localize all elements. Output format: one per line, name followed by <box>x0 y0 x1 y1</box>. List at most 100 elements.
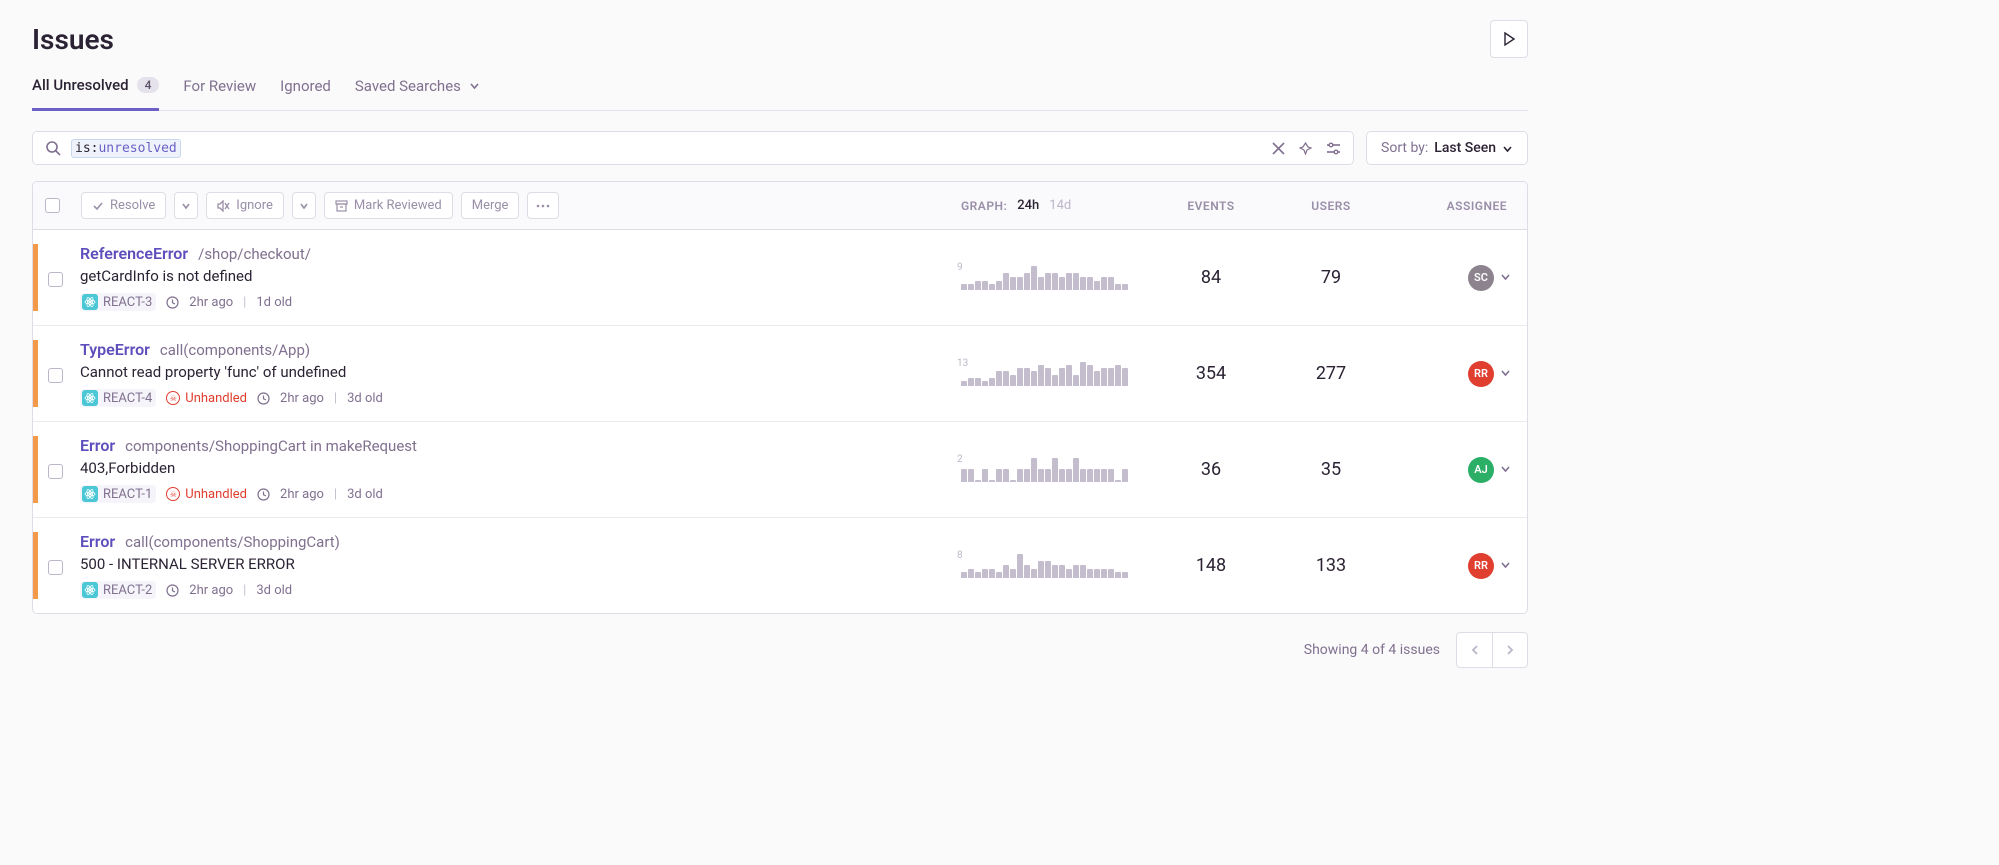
row-checkbox[interactable] <box>48 464 63 479</box>
sort-dropdown[interactable]: Sort by: Last Seen <box>1366 131 1528 165</box>
chevron-right-icon <box>1505 644 1515 656</box>
tab-label: For Review <box>183 77 256 95</box>
clear-search-icon[interactable] <box>1272 142 1285 155</box>
severity-stripe <box>33 340 38 407</box>
project-badge[interactable]: REACT-1 <box>80 485 156 503</box>
resolve-button[interactable]: Resolve <box>81 192 166 219</box>
assignee-dropdown[interactable] <box>1500 270 1511 286</box>
users-count: 79 <box>1271 267 1391 288</box>
issue-message: getCardInfo is not defined <box>80 267 961 285</box>
project-badge[interactable]: REACT-3 <box>80 293 156 311</box>
assignee-dropdown[interactable] <box>1500 462 1511 478</box>
row-checkbox[interactable] <box>48 272 63 287</box>
clock-icon <box>257 392 270 405</box>
tab-for-review[interactable]: For Review <box>183 76 256 110</box>
tab-badge: 4 <box>137 77 160 93</box>
mute-icon <box>217 200 230 212</box>
chevron-down-icon <box>1502 143 1513 154</box>
tab-ignored[interactable]: Ignored <box>280 76 331 110</box>
severity-stripe <box>33 436 38 503</box>
tab-bar: All Unresolved4 For Review Ignored Saved Se… <box>32 76 1528 111</box>
events-column-header: EVENTS <box>1151 199 1271 213</box>
issue-message: Cannot read property 'func' of undefined <box>80 363 961 381</box>
assignee-dropdown[interactable] <box>1500 558 1511 574</box>
chevron-left-icon <box>1470 644 1480 656</box>
table-row: Errorcall(components/ShoppingCart)500 - … <box>33 518 1527 613</box>
unhandled-badge: ☠Unhandled <box>166 391 247 406</box>
assignee-avatar[interactable]: RR <box>1468 553 1494 579</box>
project-badge[interactable]: REACT-2 <box>80 581 156 599</box>
sparkline: 9 <box>961 266 1151 290</box>
issue-title[interactable]: Error <box>80 436 115 455</box>
events-count: 84 <box>1151 267 1271 288</box>
graph-range-24h[interactable]: 24h <box>1017 198 1039 213</box>
row-checkbox[interactable] <box>48 368 63 383</box>
clock-icon <box>257 488 270 501</box>
next-page-button[interactable] <box>1492 632 1528 668</box>
assignee-avatar[interactable]: RR <box>1468 361 1494 387</box>
tab-saved-searches[interactable]: Saved Searches <box>355 76 480 110</box>
resolve-dropdown[interactable] <box>174 192 198 219</box>
play-icon <box>1501 31 1517 47</box>
project-badge[interactable]: REACT-4 <box>80 389 156 407</box>
sparkline-max: 2 <box>957 454 963 465</box>
table-row: TypeError call(components/App) Cannot read… <box>33 326 1527 422</box>
project-id: REACT-2 <box>103 583 152 598</box>
issue-title[interactable]: Error <box>80 532 115 551</box>
assignee-column-header: ASSIGNEE <box>1391 199 1511 213</box>
prev-page-button[interactable] <box>1456 632 1492 668</box>
row-checkbox[interactable] <box>48 560 63 575</box>
mark-reviewed-button[interactable]: Mark Reviewed <box>324 192 453 219</box>
issue-age: 3d old <box>256 583 292 598</box>
sort-value: Last Seen <box>1434 140 1496 156</box>
assignee-avatar[interactable]: AJ <box>1468 457 1494 483</box>
more-actions-button[interactable] <box>527 192 559 219</box>
users-count: 133 <box>1271 555 1391 576</box>
table-row: Errorcomponents/ShoppingCart in makeRequ… <box>33 422 1527 518</box>
react-icon <box>82 294 98 310</box>
chevron-down-icon <box>181 201 191 211</box>
pin-search-icon[interactable] <box>1299 142 1312 155</box>
graph-range-14d[interactable]: 14d <box>1049 198 1071 213</box>
assignee-dropdown[interactable] <box>1500 366 1511 382</box>
issue-age: 3d old <box>347 391 383 406</box>
project-id: REACT-1 <box>103 487 152 502</box>
react-icon <box>82 390 98 406</box>
sparkline-max: 8 <box>957 550 963 561</box>
chevron-down-icon <box>469 77 480 95</box>
ignore-dropdown[interactable] <box>292 192 316 219</box>
search-input[interactable]: is:unresolved <box>32 131 1354 165</box>
issue-location: /shop/checkout/ <box>198 245 311 263</box>
filter-settings-icon[interactable] <box>1326 142 1341 155</box>
users-count: 277 <box>1271 363 1391 384</box>
sparkline: 2 <box>961 458 1151 482</box>
chevron-down-icon <box>1500 271 1511 282</box>
search-icon <box>45 140 61 156</box>
issue-age: 1d old <box>256 295 292 310</box>
react-icon <box>82 486 98 502</box>
issue-message: 500 - INTERNAL SERVER ERROR <box>80 555 961 573</box>
users-column-header: USERS <box>1271 199 1391 213</box>
issue-age: 3d old <box>347 487 383 502</box>
issue-time: 2hr ago <box>189 295 233 310</box>
pagination <box>1456 632 1528 668</box>
assignee-avatar[interactable]: SC <box>1468 265 1494 291</box>
react-icon <box>82 582 98 598</box>
graph-column-header: GRAPH: <box>961 199 1007 213</box>
merge-button[interactable]: Merge <box>461 192 520 219</box>
pagination-summary: Showing 4 of 4 issues <box>1304 642 1440 658</box>
play-button[interactable] <box>1490 20 1528 58</box>
skull-icon: ☠ <box>166 391 180 405</box>
issue-title[interactable]: TypeError <box>80 340 150 359</box>
issue-location: call(components/App) <box>160 341 310 359</box>
chevron-down-icon <box>1500 367 1511 378</box>
sparkline-max: 9 <box>957 262 963 273</box>
events-count: 148 <box>1151 555 1271 576</box>
select-all-checkbox[interactable] <box>45 198 60 213</box>
issue-title[interactable]: ReferenceError <box>80 244 188 263</box>
table-row: ReferenceError/shop/checkout/getCardInfo… <box>33 230 1527 326</box>
chevron-down-icon <box>1500 463 1511 474</box>
tab-all-unresolved[interactable]: All Unresolved4 <box>32 76 159 111</box>
clock-icon <box>166 296 179 309</box>
ignore-button[interactable]: Ignore <box>206 192 284 219</box>
